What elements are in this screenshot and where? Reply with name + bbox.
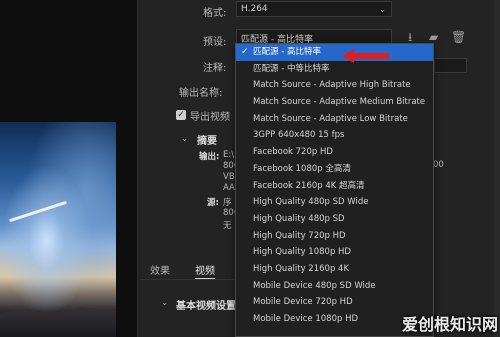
basic-video-settings-heading: 基本视频设置 <box>176 301 236 312</box>
delete-preset-icon[interactable]: 🗑 <box>451 31 466 43</box>
summary-source-line: 序 <box>223 198 232 208</box>
preset-option[interactable]: Facebook 2160p 4K 超高清 <box>236 178 433 195</box>
preset-option[interactable]: High Quality 1080p HD <box>236 244 433 261</box>
preset-option-label: Match Source - Adaptive High Bitrate <box>253 80 411 91</box>
preset-option-label: 3GPP 640x480 15 fps <box>253 130 345 141</box>
import-preset-icon[interactable]: ▰ <box>429 31 438 43</box>
preset-option[interactable]: Match Source - Adaptive Low Bitrate <box>236 111 433 128</box>
preset-option-label: High Quality 720p HD <box>253 230 346 241</box>
preset-option-label: 匹配源 - 中等比特率 <box>253 63 330 74</box>
comment-input[interactable] <box>434 58 467 73</box>
preset-option[interactable]: Facebook 1080p 全高清 <box>236 161 433 178</box>
preset-option[interactable]: Match Source - Adaptive Medium Bitrate <box>236 94 433 111</box>
preset-option-label: High Quality 480p SD <box>253 213 345 224</box>
preset-dropdown-list: ✓ 匹配源 - 高比特率 匹配源 - 中等比特率 Match Source - … <box>235 43 434 337</box>
panel-scrollbar[interactable] <box>494 0 500 337</box>
preset-option-label: Facebook 720p HD <box>253 147 333 158</box>
summary-output-line: E:\ <box>223 150 235 160</box>
preview-cloud-streak <box>9 200 67 223</box>
tab-underline-rule <box>140 279 235 280</box>
preset-option[interactable]: Mobile Device 720p HD <box>236 294 433 311</box>
summary-heading: 摘要 <box>197 136 217 147</box>
preset-option[interactable]: 3GPP 640x480 15 fps <box>236 127 433 144</box>
checkmark-icon: ✓ <box>241 47 249 57</box>
preset-option-label: Mobile Device 1080p HD <box>253 314 359 324</box>
preset-option[interactable]: High Quality 720p HD <box>236 228 433 245</box>
watermark: 爱创根知识网 <box>401 315 498 334</box>
preset-option-label: High Quality 2160p 4K <box>253 263 350 274</box>
preset-option-label: Match Source - Adaptive Medium Bitrate <box>253 97 426 108</box>
preset-option-label: Facebook 1080p 全高清 <box>253 163 351 174</box>
tab-video[interactable]: 视频 <box>195 262 215 280</box>
preset-option[interactable]: Match Source - Adaptive High Bitrate <box>236 77 433 94</box>
preset-option[interactable]: High Quality 2160p 4K <box>236 261 433 278</box>
preset-option-label: 匹配源 - 高比特率 <box>253 47 321 57</box>
collapse-triangle-icon[interactable]: ⌄ <box>161 298 168 308</box>
download-preset-icon[interactable]: ⭳ <box>408 31 412 43</box>
tab-effects[interactable]: 效果 <box>150 262 170 277</box>
annotation-arrow-icon <box>342 49 389 63</box>
preset-option[interactable]: High Quality 480p SD <box>236 211 433 228</box>
preset-option[interactable]: Mobile Device 480p SD Wide <box>236 278 433 295</box>
preset-option-label: Mobile Device 480p SD Wide <box>253 280 376 291</box>
collapse-triangle-icon[interactable]: ⌄ <box>181 134 188 144</box>
format-value: H.264 <box>241 4 268 14</box>
video-preview-thumbnail <box>0 122 116 337</box>
comment-label: 注释: <box>203 63 227 74</box>
preset-option-label: High Quality 1080p HD <box>253 247 351 258</box>
export-video-label: 导出视频 <box>190 112 230 123</box>
preset-option-label: High Quality 480p SD Wide <box>253 197 369 208</box>
chevron-down-icon: ⌄ <box>379 5 386 14</box>
output-name-label: 输出名称: <box>179 88 223 99</box>
summary-source-line: 无 <box>223 221 232 231</box>
preset-option[interactable]: 匹配源 - 中等比特率 <box>236 61 433 78</box>
panel-divider[interactable] <box>137 0 139 337</box>
format-label: 格式: <box>203 8 227 19</box>
summary-output-label: 输出: <box>199 152 220 162</box>
export-video-checkbox[interactable]: ✓ <box>176 110 186 120</box>
preset-option[interactable]: High Quality 480p SD Wide <box>236 194 433 211</box>
summary-right-value: 00 <box>433 160 444 170</box>
preset-option[interactable]: Facebook 720p HD <box>236 144 433 161</box>
preset-option-label: Mobile Device 720p HD <box>253 297 353 308</box>
summary-output-line: AA <box>223 183 235 193</box>
summary-output-line: VB <box>223 172 235 182</box>
preset-label: 预设: <box>203 37 227 48</box>
preset-option-label: Facebook 2160p 4K 超高清 <box>253 180 365 191</box>
preset-option[interactable]: ✓ 匹配源 - 高比特率 <box>236 44 433 61</box>
format-select[interactable]: H.264 ⌄ <box>236 1 392 17</box>
summary-source-label: 源: <box>207 198 219 208</box>
preview-landscape <box>0 307 116 337</box>
preset-option-label: Match Source - Adaptive Low Bitrate <box>253 113 408 124</box>
